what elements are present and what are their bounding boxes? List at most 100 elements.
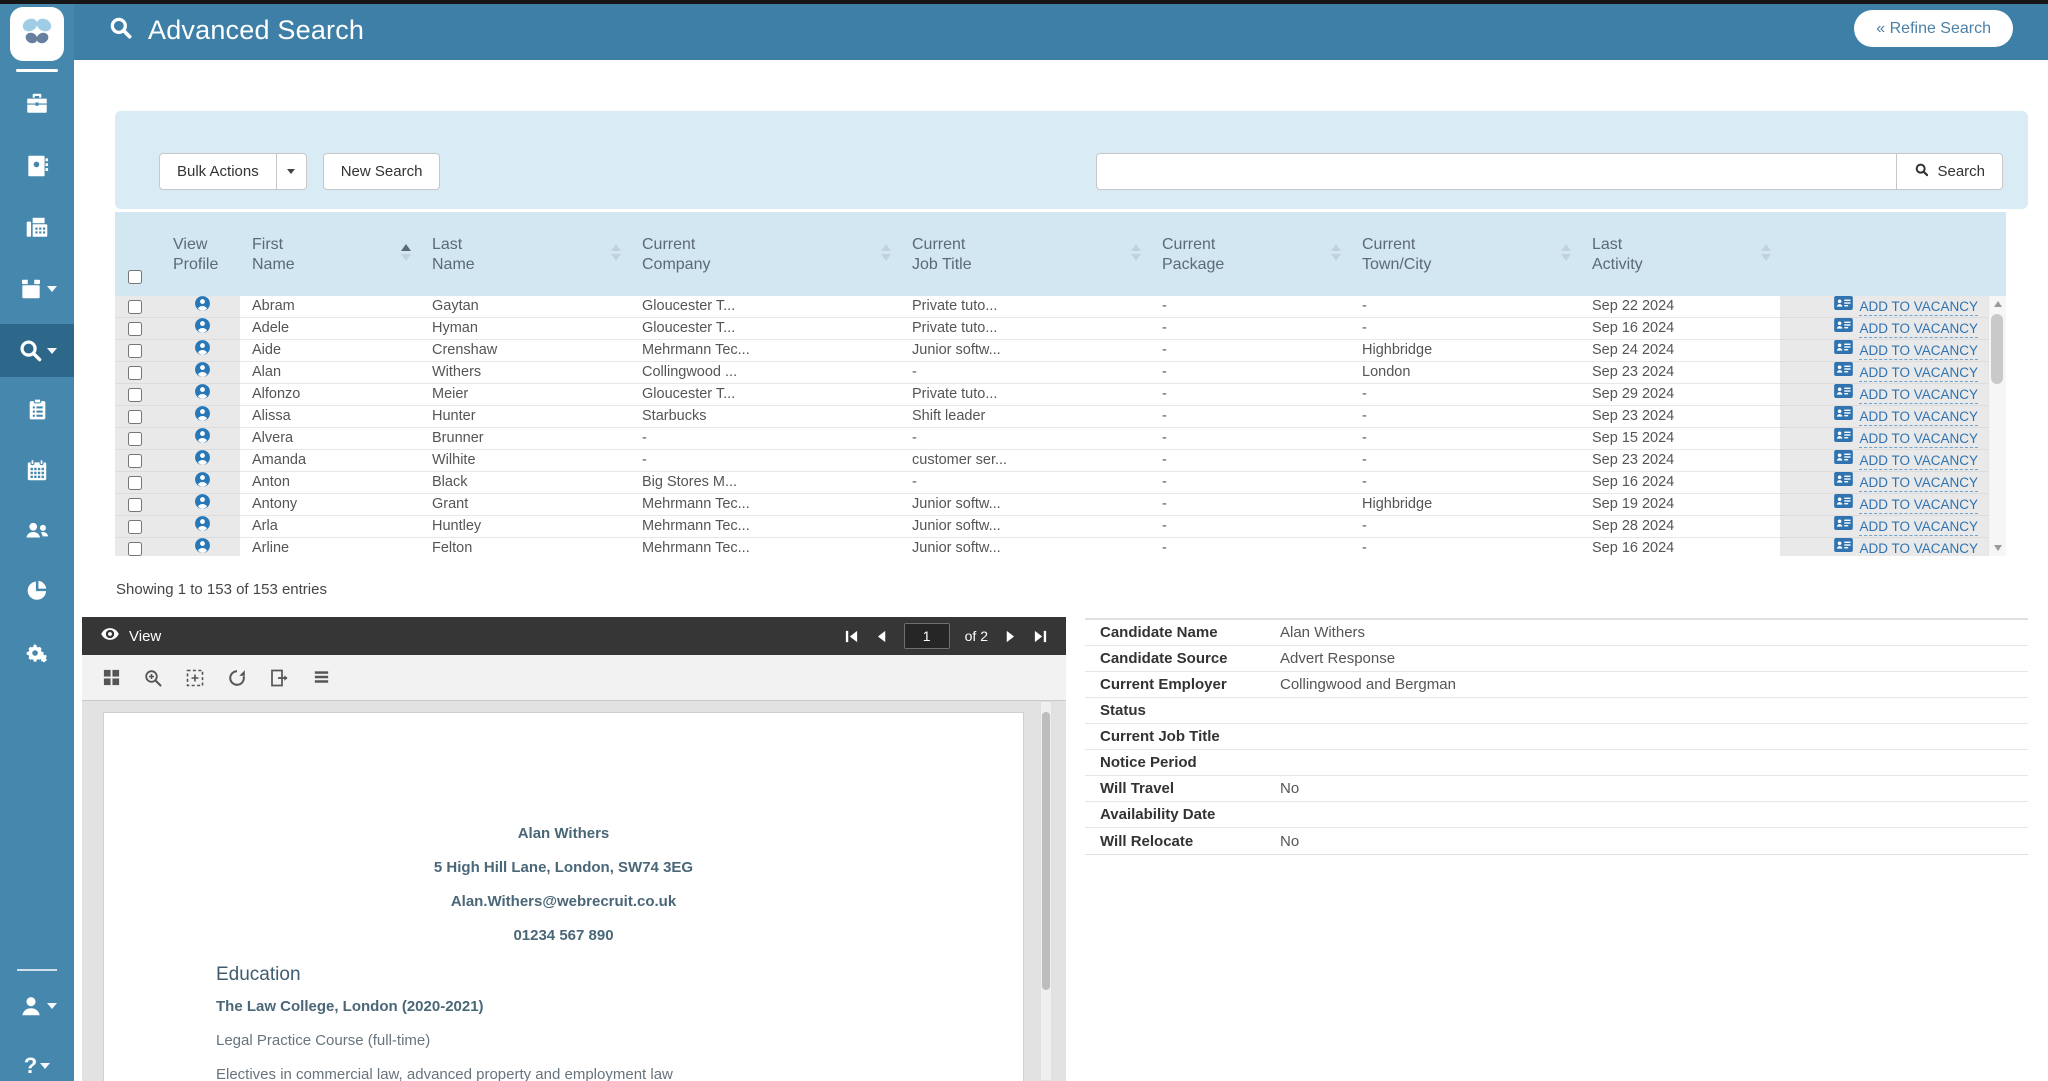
view-profile-icon[interactable] [194, 494, 211, 516]
view-profile-icon[interactable] [194, 340, 211, 362]
add-to-vacancy-link[interactable]: ADD TO VACANCY [1780, 494, 1988, 516]
add-to-vacancy-link[interactable]: ADD TO VACANCY [1780, 296, 1988, 318]
sidebar-item-clipboard[interactable] [0, 385, 74, 433]
view-profile-icon[interactable] [194, 384, 211, 406]
row-checkbox[interactable] [128, 344, 142, 358]
sidebar-item-calendar[interactable] [0, 446, 74, 494]
refine-search-button[interactable]: « Refine Search [1854, 10, 2013, 47]
table-row[interactable]: AlveraBrunner----Sep 15 2024ADD TO VACAN… [115, 428, 2006, 450]
table-row[interactable]: ArlineFeltonMehrmann Tec...Junior softw.… [115, 538, 2006, 556]
sidebar-item-archive-box[interactable] [0, 265, 74, 313]
view-profile-icon[interactable] [194, 362, 211, 384]
sidebar-item-help[interactable]: ? [0, 1042, 74, 1081]
add-to-vacancy-link[interactable]: ADD TO VACANCY [1780, 384, 1988, 406]
keyword-search-input[interactable] [1096, 153, 1896, 190]
view-profile-icon[interactable] [194, 450, 211, 472]
add-to-vacancy-link[interactable]: ADD TO VACANCY [1780, 340, 1988, 362]
search-button[interactable]: Search [1896, 153, 2003, 190]
add-to-vacancy-link[interactable]: ADD TO VACANCY [1780, 428, 1988, 450]
table-row[interactable]: AlfonzoMeierGloucester T...Private tuto.… [115, 384, 2006, 406]
table-scrollbar[interactable] [1988, 296, 2006, 556]
column-header[interactable]: First Name [240, 212, 420, 296]
row-checkbox[interactable] [128, 520, 142, 534]
table-row[interactable]: AideCrenshawMehrmann Tec...Junior softw.… [115, 340, 2006, 362]
detail-row: Will RelocateNo [1085, 828, 2028, 854]
add-to-vacancy-link[interactable]: ADD TO VACANCY [1780, 406, 1988, 428]
bulk-actions-button[interactable]: Bulk Actions [159, 153, 277, 190]
sidebar-item-users[interactable] [0, 506, 74, 554]
table-scrollbar-thumb[interactable] [1991, 314, 2003, 384]
app-logo[interactable] [10, 7, 64, 61]
add-to-vacancy-link[interactable]: ADD TO VACANCY [1780, 538, 1988, 556]
page-number-input[interactable] [904, 623, 950, 649]
row-checkbox[interactable] [128, 322, 142, 336]
table-row[interactable]: AmandaWilhite-customer ser...--Sep 23 20… [115, 450, 2006, 472]
sidebar-item-address-book[interactable] [0, 142, 74, 190]
view-profile-icon[interactable] [194, 428, 211, 450]
table-row[interactable]: AlanWithersCollingwood ...--LondonSep 23… [115, 362, 2006, 384]
first-page-icon[interactable] [844, 629, 859, 644]
row-checkbox[interactable] [128, 542, 142, 556]
sidebar-item-briefcase[interactable] [0, 79, 74, 127]
view-button[interactable]: View [100, 627, 161, 645]
column-header[interactable]: Current Company [630, 212, 900, 296]
view-profile-icon[interactable] [194, 538, 211, 556]
table-row[interactable]: AntonyGrantMehrmann Tec...Junior softw..… [115, 494, 2006, 516]
row-checkbox[interactable] [128, 476, 142, 490]
add-to-vacancy-link[interactable]: ADD TO VACANCY [1780, 362, 1988, 384]
scroll-up-arrow-icon[interactable] [1989, 296, 2006, 312]
view-profile-icon[interactable] [194, 296, 211, 318]
sidebar-item-fax[interactable] [0, 203, 74, 251]
add-to-vacancy-label: ADD TO VACANCY [1859, 496, 1978, 514]
text-view-icon[interactable] [308, 665, 334, 691]
view-profile-icon[interactable] [194, 472, 211, 494]
zoom-in-icon[interactable] [140, 665, 166, 691]
sidebar-item-pie-chart[interactable] [0, 566, 74, 614]
next-page-icon[interactable] [1003, 629, 1018, 644]
table-row[interactable]: AbramGaytanGloucester T...Private tuto..… [115, 296, 2006, 318]
sidebar-item-search[interactable] [0, 324, 74, 377]
table-row[interactable]: AlissaHunterStarbucksShift leader--Sep 2… [115, 406, 2006, 428]
column-header[interactable]: Last Activity [1580, 212, 1780, 296]
add-to-vacancy-link[interactable]: ADD TO VACANCY [1780, 472, 1988, 494]
select-all-checkbox[interactable] [128, 270, 142, 284]
view-profile-icon[interactable] [194, 516, 211, 538]
sidebar-item-gears[interactable] [0, 629, 74, 677]
table-row[interactable]: AdeleHymanGloucester T...Private tuto...… [115, 318, 2006, 340]
user-icon [18, 993, 44, 1019]
document-scrollbar[interactable] [1040, 701, 1052, 1081]
row-checkbox[interactable] [128, 300, 142, 314]
row-checkbox[interactable] [128, 498, 142, 512]
table-row[interactable]: AntonBlackBig Stores M...---Sep 16 2024A… [115, 472, 2006, 494]
detail-label: Availability Date [1085, 806, 1280, 823]
add-to-vacancy-link[interactable]: ADD TO VACANCY [1780, 318, 1988, 340]
row-checkbox[interactable] [128, 366, 142, 380]
bulk-actions-dropdown-button[interactable] [277, 153, 307, 190]
cv-document-page: Alan Withers 5 High Hill Lane, London, S… [103, 712, 1024, 1081]
previous-page-icon[interactable] [874, 629, 889, 644]
add-to-vacancy-link[interactable]: ADD TO VACANCY [1780, 450, 1988, 472]
cell-first: Alvera [240, 428, 420, 450]
thumbnails-icon[interactable] [98, 665, 124, 691]
table-row[interactable]: ArlaHuntleyMehrmann Tec...Junior softw..… [115, 516, 2006, 538]
column-header[interactable]: Current Town/City [1350, 212, 1580, 296]
new-search-button[interactable]: New Search [323, 153, 441, 190]
rotate-icon[interactable] [224, 665, 250, 691]
last-page-icon[interactable] [1033, 629, 1048, 644]
document-scrollbar-thumb[interactable] [1042, 712, 1050, 990]
scroll-down-arrow-icon[interactable] [1989, 540, 2006, 556]
view-profile-icon[interactable] [194, 406, 211, 428]
column-header[interactable]: Current Job Title [900, 212, 1150, 296]
row-checkbox[interactable] [128, 388, 142, 402]
row-checkbox[interactable] [128, 454, 142, 468]
column-header[interactable]: Last Name [420, 212, 630, 296]
fit-page-icon[interactable] [182, 665, 208, 691]
row-checkbox[interactable] [128, 432, 142, 446]
column-header[interactable]: Current Package [1150, 212, 1350, 296]
add-to-vacancy-link[interactable]: ADD TO VACANCY [1780, 516, 1988, 538]
export-page-icon[interactable] [266, 665, 292, 691]
sidebar-item-user[interactable] [0, 982, 74, 1030]
vacancy-card-icon [1834, 340, 1853, 361]
row-checkbox[interactable] [128, 410, 142, 424]
view-profile-icon[interactable] [194, 318, 211, 340]
